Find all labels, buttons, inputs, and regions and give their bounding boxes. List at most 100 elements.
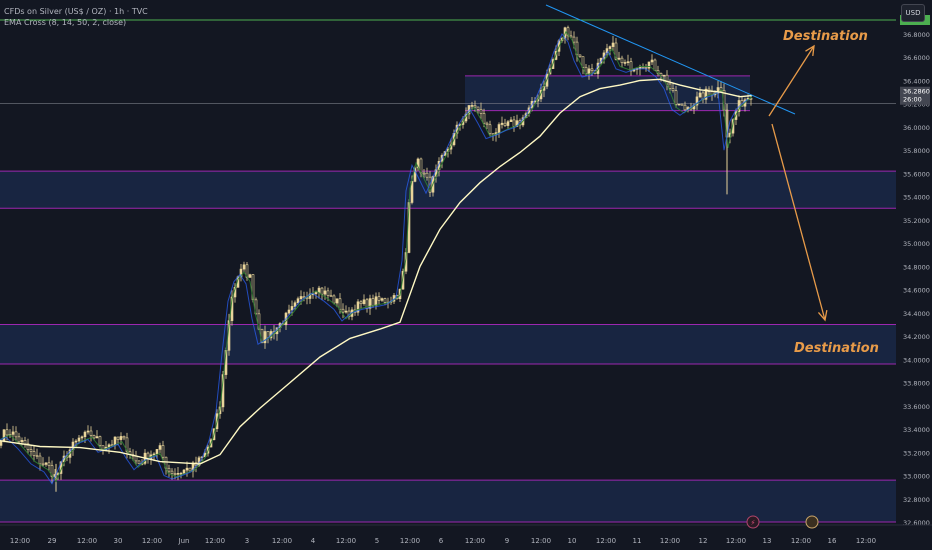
- candle-body: [170, 470, 174, 475]
- price-tick-label: 34.6000: [903, 287, 930, 295]
- price-tick-label: 35.8000: [903, 147, 930, 155]
- time-tick-label: 9: [505, 537, 509, 545]
- candle-body: [314, 292, 318, 295]
- earnings-event-icon: [805, 515, 819, 529]
- candle-body: [41, 463, 45, 466]
- candle-body: [35, 455, 39, 457]
- time-tick-label: 12:00: [10, 537, 30, 545]
- candle-body: [119, 436, 123, 440]
- price-tick-label: 36.4000: [903, 77, 930, 85]
- candle-body: [587, 68, 591, 75]
- candle-body: [677, 103, 681, 106]
- time-tick-label: 16: [828, 537, 837, 545]
- candle-body: [98, 436, 102, 446]
- price-tick-label: 33.2000: [903, 449, 930, 457]
- time-tick-label: 13: [763, 537, 772, 545]
- candle-body: [359, 301, 363, 305]
- candle-body: [578, 54, 582, 57]
- candle-body: [608, 46, 612, 49]
- price-tick-label: 36.0000: [903, 124, 930, 132]
- support-resistance-zone: [0, 171, 896, 209]
- candle-body: [674, 90, 678, 105]
- time-tick-label: 12:00: [142, 537, 162, 545]
- support-resistance-zone: [0, 480, 896, 522]
- candle-body: [488, 124, 492, 134]
- candle-body: [374, 296, 378, 306]
- candle-body: [665, 74, 669, 85]
- candle-body: [23, 440, 27, 445]
- candle-body: [182, 469, 186, 474]
- candle-body: [380, 298, 384, 301]
- bar-countdown: 26:00: [903, 96, 922, 104]
- candle-body: [179, 472, 183, 475]
- time-tick-label: 12:00: [726, 537, 746, 545]
- candle-body: [173, 473, 177, 476]
- candle-body: [341, 308, 345, 313]
- candle-body: [242, 264, 246, 270]
- candle-body: [38, 455, 42, 465]
- candle-body: [17, 436, 21, 443]
- candle-body: [368, 298, 372, 309]
- candle-body: [116, 436, 120, 440]
- candle-body: [425, 172, 429, 178]
- support-resistance-zone: [0, 324, 896, 364]
- candle-body: [47, 462, 51, 466]
- candle-body: [338, 298, 342, 310]
- time-tick-label: 10: [568, 537, 577, 545]
- candle-body: [299, 296, 303, 300]
- candle-body: [479, 109, 483, 114]
- price-tick-label: 34.2000: [903, 333, 930, 341]
- time-tick-label: 11: [633, 537, 642, 545]
- candle-body: [509, 119, 513, 122]
- candle-body: [80, 436, 84, 439]
- candle-body: [323, 290, 327, 295]
- candle-body: [86, 430, 90, 433]
- candle-body: [668, 83, 672, 89]
- candle-body: [185, 467, 189, 471]
- candle-body: [671, 88, 675, 92]
- candle-body: [335, 298, 339, 304]
- candle-body: [572, 36, 576, 43]
- price-tick-label: 36.6000: [903, 54, 930, 62]
- candle-body: [500, 122, 504, 125]
- price-chart[interactable]: Destination Destination 36.8000 36.6000 36.4…: [0, 0, 932, 550]
- candle-body: [623, 62, 627, 64]
- lightning-icon: ⚡: [751, 519, 756, 527]
- candle-body: [14, 431, 18, 438]
- time-tick-label: 12:00: [856, 537, 876, 545]
- time-tick-label: 12:00: [531, 537, 551, 545]
- candle-body: [326, 290, 330, 296]
- price-tick-label: 35.4000: [903, 194, 930, 202]
- price-tick-label: 34.0000: [903, 356, 930, 364]
- time-tick-label: 12:00: [205, 537, 225, 545]
- candle-body: [641, 66, 645, 69]
- time-tick-label: 30: [114, 537, 123, 545]
- candle-body: [158, 445, 162, 450]
- time-tick-label: Jun: [178, 537, 190, 545]
- candle-body: [92, 435, 96, 439]
- price-tick-label: 33.6000: [903, 403, 930, 411]
- candle-body: [137, 460, 141, 465]
- candle-body: [626, 61, 630, 63]
- candle-body: [683, 104, 687, 111]
- candle-body: [89, 430, 93, 436]
- currency-button[interactable]: USD: [901, 4, 925, 22]
- time-tick-label: 12:00: [660, 537, 680, 545]
- candle-body: [188, 467, 192, 472]
- candle-body: [20, 440, 24, 443]
- candle-body: [497, 124, 501, 133]
- indicator-legend: EMA Cross (8, 14, 50, 2, close): [4, 18, 127, 27]
- candle-body: [638, 66, 642, 69]
- candle-body: [74, 440, 78, 443]
- time-tick-label: 12:00: [336, 537, 356, 545]
- candle-body: [329, 295, 333, 297]
- price-tick-label: 33.8000: [903, 380, 930, 388]
- candle-body: [581, 56, 585, 68]
- candle-body: [647, 61, 651, 69]
- candle-body: [248, 274, 252, 278]
- candle-body: [506, 121, 510, 126]
- price-tick-label: 32.6000: [903, 519, 930, 527]
- time-tick-label: 12: [699, 537, 708, 545]
- time-tick-label: 12:00: [400, 537, 420, 545]
- candle-body: [482, 113, 486, 124]
